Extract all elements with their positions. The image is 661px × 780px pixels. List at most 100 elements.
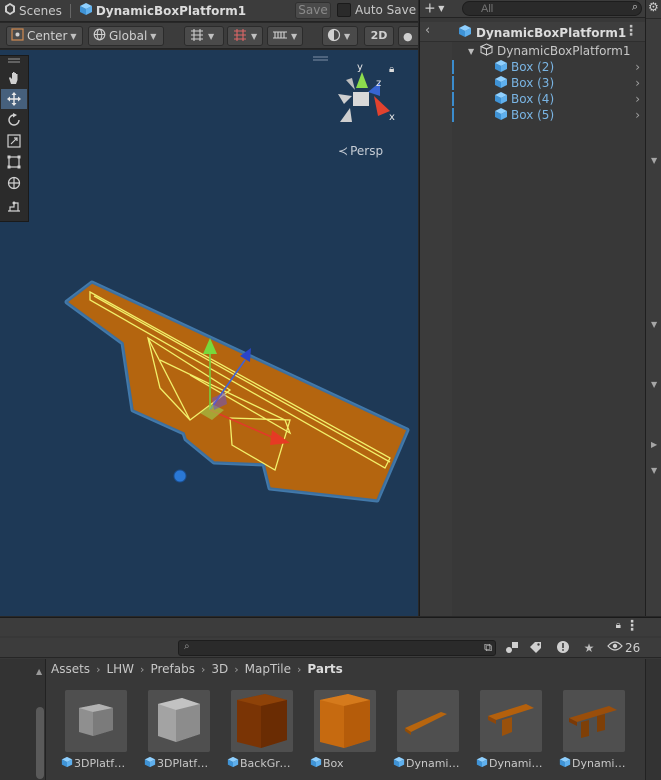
save-button[interactable]: Save xyxy=(295,2,331,19)
project-scroll-strip[interactable] xyxy=(645,659,661,780)
tool-palette xyxy=(0,55,29,222)
pivot-sphere[interactable] xyxy=(173,469,187,483)
hierarchy-item-box-4[interactable]: Box (4) › xyxy=(452,91,646,107)
gizmo-center-cube[interactable] xyxy=(353,92,369,106)
scale-tool-icon[interactable] xyxy=(1,131,27,151)
asset-item[interactable]: 3DPlatfor... xyxy=(131,690,214,776)
projection-toggle[interactable]: ≺ Persp xyxy=(338,144,383,158)
toggle-2d-button[interactable]: 2D xyxy=(364,26,394,46)
chevron-right-icon[interactable]: ▶ xyxy=(651,440,657,449)
chevron-down-icon[interactable]: ▼ xyxy=(651,380,657,389)
hierarchy-item-box-2[interactable]: Box (2) › xyxy=(452,59,646,75)
hierarchy-item-box-5[interactable]: Box (5) › xyxy=(452,107,646,123)
gizmo-x-cone[interactable] xyxy=(374,96,390,116)
orientation-gizmo[interactable] xyxy=(338,72,390,122)
snap-increment-dropdown[interactable]: ▼ xyxy=(267,26,303,46)
breadcrumb-parts[interactable]: Parts xyxy=(307,662,342,676)
hierarchy-item-root[interactable]: ▼ DynamicBoxPlatform1 xyxy=(452,43,646,59)
chevron-down-icon[interactable]: ▼ xyxy=(651,466,657,475)
asset-item[interactable]: DynamicB... xyxy=(380,690,463,776)
chevron-right-icon[interactable]: › xyxy=(635,60,640,74)
prefab-cube-icon xyxy=(494,75,508,92)
custom-tool-icon[interactable] xyxy=(1,196,27,216)
plus-icon: + xyxy=(424,0,436,17)
breadcrumb-assets[interactable]: Assets xyxy=(51,662,90,676)
hierarchy-item-box-3[interactable]: Box (3) › xyxy=(452,75,646,91)
settings-icon[interactable]: ⚙ xyxy=(648,0,659,14)
move-tool-icon[interactable] xyxy=(1,89,27,109)
prefab-crumb[interactable]: DynamicBoxPlatform1 xyxy=(75,0,250,22)
chevron-right-icon[interactable]: › xyxy=(635,108,640,122)
perspective-icon: ≺ xyxy=(338,144,349,158)
asset-item[interactable]: DynamicB... xyxy=(463,690,546,776)
breadcrumb-separator-icon: › xyxy=(234,662,239,676)
scene-view-canvas[interactable]: y z x xyxy=(0,50,418,616)
asset-item[interactable]: BackGrou... xyxy=(214,690,297,776)
eye-icon[interactable] xyxy=(607,640,623,656)
project-search-input[interactable] xyxy=(178,640,496,656)
favorite-star-icon[interactable]: ★ xyxy=(581,640,597,656)
breadcrumb-maptile[interactable]: MapTile xyxy=(245,662,291,676)
pivot-mode-dropdown[interactable]: Center ▼ xyxy=(6,26,83,46)
draw-mode-dropdown[interactable]: ▼ xyxy=(322,26,358,46)
scenes-crumb[interactable]: Scenes xyxy=(0,0,66,22)
search-options-icon[interactable]: ⌕ xyxy=(632,0,638,14)
space-mode-dropdown[interactable]: Global ▼ xyxy=(88,26,164,46)
back-arrow-icon[interactable]: ‹ xyxy=(425,23,430,38)
hand-tool-icon[interactable] xyxy=(1,68,27,88)
kebab-menu-icon[interactable]: ⋮ xyxy=(625,618,639,634)
asset-item[interactable]: DynamicB... xyxy=(546,690,629,776)
rotate-tool-icon[interactable] xyxy=(1,110,27,130)
auto-save-toggle[interactable]: Auto Save xyxy=(337,3,416,17)
rect-tool-icon[interactable] xyxy=(1,152,27,172)
breadcrumb-3d[interactable]: 3D xyxy=(211,662,228,676)
grid-snap-dropdown[interactable]: ▼ xyxy=(184,26,224,46)
gizmo-y-label: y xyxy=(357,62,363,73)
lighting-toggle[interactable]: ● xyxy=(398,26,418,46)
breadcrumb-separator-icon: › xyxy=(200,662,206,676)
prefab-child-marker xyxy=(452,60,454,74)
snap-grid-icon xyxy=(232,28,248,45)
scene-viewport[interactable]: y z x 🔒︎ ≺ Persp xyxy=(0,50,418,616)
auto-save-checkbox[interactable] xyxy=(337,3,351,17)
warning-filter-icon[interactable] xyxy=(555,640,571,656)
scene-breadcrumb-bar: Scenes DynamicBoxPlatform1 Save Auto Sav… xyxy=(0,0,418,22)
asset-name: DynamicB... xyxy=(406,757,463,770)
chevron-right-icon[interactable]: › xyxy=(635,92,640,106)
kebab-menu-icon[interactable]: ⋮ xyxy=(624,23,638,39)
lock-icon[interactable]: 🔒︎ xyxy=(389,64,394,75)
filter-type-icon[interactable] xyxy=(504,640,520,656)
search-window-icon[interactable]: ⧉ xyxy=(480,640,496,656)
transform-tool-icon[interactable] xyxy=(1,173,27,193)
hierarchy-search-input[interactable] xyxy=(462,1,642,16)
chevron-down-icon: ▼ xyxy=(70,31,77,41)
gizmo-x-label: x xyxy=(389,112,395,123)
hierarchy-item-label: Box (4) xyxy=(511,92,555,106)
lock-icon[interactable]: 🔒︎ xyxy=(616,620,621,631)
chevron-down-icon[interactable]: ▼ xyxy=(651,320,657,329)
chevron-down-icon: ▼ xyxy=(208,31,215,41)
prefab-child-marker xyxy=(452,92,454,106)
prefab-root-title[interactable]: DynamicBoxPlatform1 xyxy=(458,24,626,41)
chevron-down-icon[interactable]: ▼ xyxy=(651,156,657,165)
increment-snap-dropdown[interactable]: ▼ xyxy=(227,26,263,46)
gizmo-y-cone[interactable] xyxy=(356,72,368,88)
fold-arrow-icon[interactable]: ▼ xyxy=(468,47,474,56)
gizmo-neg-y-cone[interactable] xyxy=(340,108,352,122)
scroll-up-arrow[interactable]: ▲ xyxy=(36,667,42,676)
gizmo-neg-z-cone[interactable] xyxy=(346,78,355,90)
breadcrumb-lhw[interactable]: LHW xyxy=(106,662,134,676)
asset-item[interactable]: Box xyxy=(297,690,377,776)
asset-item[interactable]: 3DPlatfor... xyxy=(48,690,131,776)
chevron-right-icon[interactable]: › xyxy=(635,76,640,90)
gizmo-neg-x-cone[interactable] xyxy=(338,94,352,104)
prefab-cube-icon xyxy=(79,2,93,19)
pivot-mode-label: Center xyxy=(27,29,68,43)
palette-grip-icon[interactable] xyxy=(1,56,27,66)
scene-toolbar: Center ▼ Global ▼ ▼ ▼ ▼ ▼ 2D ● xyxy=(0,23,418,49)
folder-tree-scrollbar[interactable] xyxy=(36,707,44,779)
create-dropdown[interactable]: + ▼ xyxy=(424,0,444,18)
label-tag-icon[interactable] xyxy=(528,640,544,656)
project-folder-tree[interactable]: ▲ xyxy=(0,659,46,780)
breadcrumb-prefabs[interactable]: Prefabs xyxy=(150,662,195,676)
